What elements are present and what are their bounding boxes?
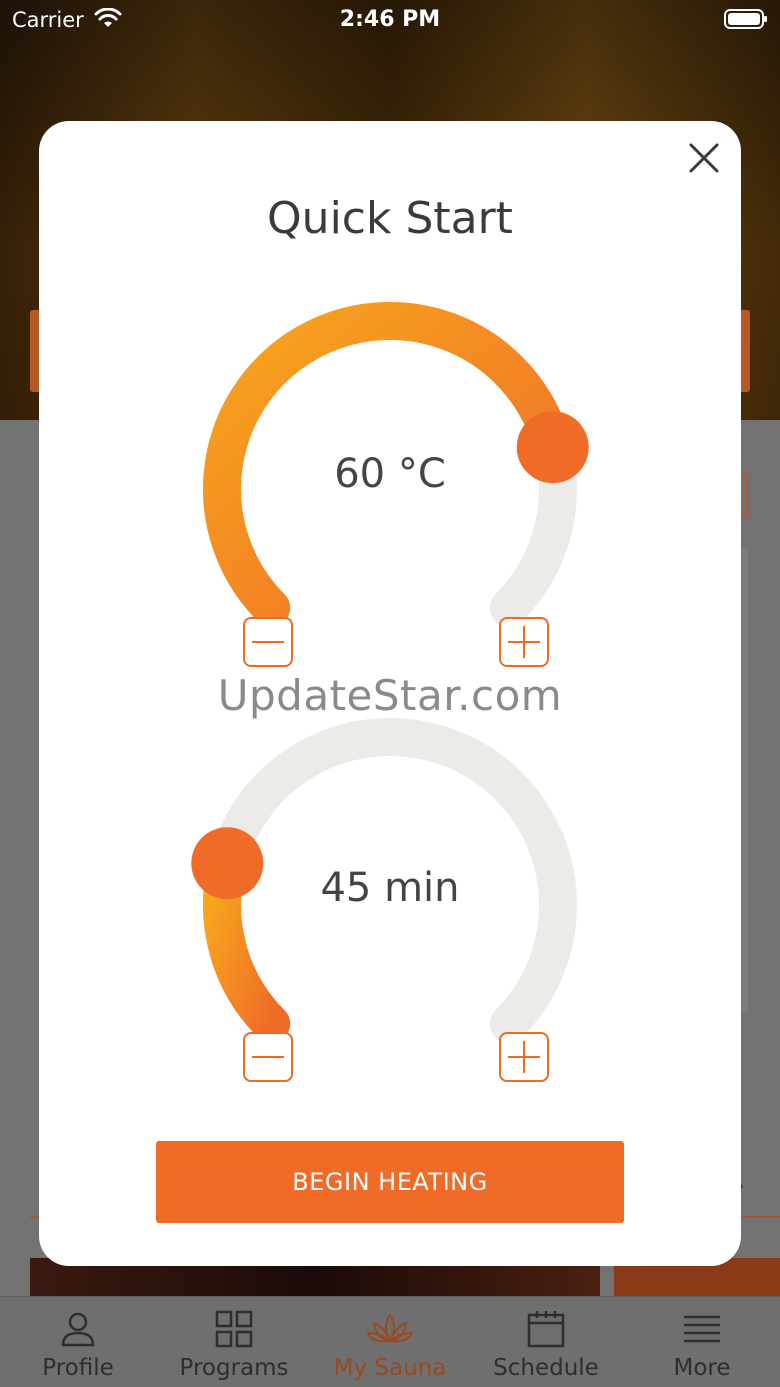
temperature-value: 60 °C [334, 451, 446, 497]
tab-my-sauna[interactable]: My Sauna [312, 1297, 468, 1387]
lotus-icon [366, 1313, 414, 1344]
duration-dial[interactable]: 45 min [39, 707, 741, 1047]
tab-label: Programs [179, 1355, 289, 1381]
status-bar: Carrier 2:46 PM [0, 0, 780, 40]
begin-heating-button[interactable]: BEGIN HEATING [156, 1141, 624, 1223]
temperature-increase-button[interactable] [499, 617, 549, 667]
battery-icon [724, 9, 767, 29]
tab-label: Schedule [493, 1355, 599, 1381]
duration-decrease-button[interactable] [243, 1032, 293, 1082]
screen: › Carrier 2:46 PM Profile [0, 0, 780, 1387]
person-icon [61, 1312, 95, 1347]
tab-schedule[interactable]: Schedule [468, 1297, 624, 1387]
calendar-icon [527, 1311, 565, 1348]
menu-icon [684, 1315, 720, 1343]
tab-profile[interactable]: Profile [0, 1297, 156, 1387]
modal-title: Quick Start [267, 193, 513, 244]
tab-more[interactable]: More [624, 1297, 780, 1387]
close-icon[interactable] [685, 139, 723, 177]
duration-value: 45 min [320, 865, 460, 911]
tab-label: My Sauna [333, 1355, 447, 1381]
grid-icon [215, 1310, 253, 1348]
tab-programs[interactable]: Programs [156, 1297, 312, 1387]
tab-label: Profile [42, 1355, 114, 1381]
tab-label: More [673, 1355, 731, 1381]
duration-increase-button[interactable] [499, 1032, 549, 1082]
tab-bar: Profile Programs My Sauna Schedule More [0, 1296, 780, 1387]
quick-start-modal: Quick Start 60 °C UpdateStar.com 45 min … [39, 121, 741, 1266]
temperature-dial[interactable]: 60 °C [39, 291, 741, 631]
temperature-decrease-button[interactable] [243, 617, 293, 667]
clock: 2:46 PM [339, 7, 441, 32]
